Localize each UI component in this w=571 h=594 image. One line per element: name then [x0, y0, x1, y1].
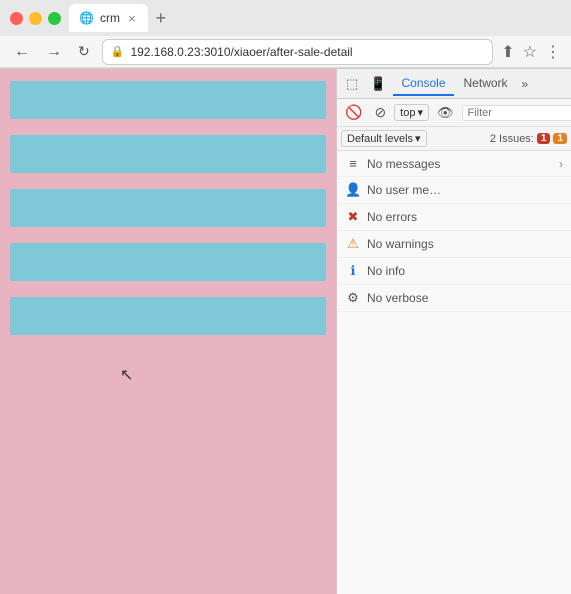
issues-label: 2 Issues:	[490, 133, 534, 145]
device-toolbar-button[interactable]: 📱	[365, 73, 391, 95]
blue-block-1	[10, 81, 326, 119]
page-section-2	[0, 129, 336, 183]
no-info-text: No info	[367, 264, 563, 278]
inspect-element-button[interactable]: ⬚	[341, 73, 363, 95]
console-tab[interactable]: Console	[393, 72, 453, 96]
blue-block-2	[10, 135, 326, 173]
list-item[interactable]: 👤 No user me…	[337, 177, 571, 204]
cursor: ↖	[120, 365, 336, 385]
page-section-3	[0, 183, 336, 237]
share-button[interactable]: ⬆	[501, 42, 514, 62]
verbose-icon: ⚙	[345, 290, 361, 306]
url-text: 192.168.0.23:3010/xiaoer/after-sale-deta…	[130, 45, 484, 59]
no-errors-text: No errors	[367, 210, 563, 224]
log-levels-dropdown[interactable]: Default levels ▾	[341, 130, 427, 147]
warn-badge: 1	[553, 133, 567, 144]
blue-block-4	[10, 243, 326, 281]
log-levels-chevron: ▾	[415, 132, 421, 145]
clear-console-button[interactable]: 🚫	[341, 102, 366, 123]
no-messages-text: No messages	[367, 157, 553, 171]
back-button[interactable]: ←	[10, 41, 34, 63]
warning-icon: ⚠	[345, 236, 361, 252]
bookmark-button[interactable]: ☆	[523, 42, 537, 62]
lock-icon: 🔒	[111, 45, 125, 58]
devtools-toolbar: 🚫 ⊘ top ▾ 👁	[337, 99, 571, 127]
list-item[interactable]: ≡ No messages ›	[337, 151, 571, 177]
devtools-messages: ≡ No messages › 👤 No user me… ✖ No error…	[337, 151, 571, 594]
tab-title: crm	[100, 11, 120, 25]
block-network-button[interactable]: ⊘	[370, 102, 390, 123]
reload-button[interactable]: ↻	[74, 41, 94, 62]
messages-icon: ≡	[345, 156, 361, 171]
tab-close-button[interactable]: ×	[126, 11, 138, 26]
context-dropdown[interactable]: top ▾	[394, 104, 429, 121]
no-user-messages-text: No user me…	[367, 183, 563, 197]
maximize-button[interactable]	[48, 12, 61, 25]
nav-bar: ← → ↻ 🔒 192.168.0.23:3010/xiaoer/after-s…	[0, 36, 571, 68]
filter-input[interactable]	[462, 105, 571, 121]
list-item[interactable]: ℹ No info	[337, 258, 571, 285]
close-button[interactable]	[10, 12, 23, 25]
error-icon: ✖	[345, 209, 361, 225]
devtools-levels-bar: Default levels ▾ 2 Issues: 1 1	[337, 127, 571, 151]
page-section-4	[0, 237, 336, 291]
log-levels-label: Default levels	[347, 133, 413, 145]
window-controls	[10, 12, 61, 25]
list-item[interactable]: ⚠ No warnings	[337, 231, 571, 258]
extensions-button[interactable]: ⋮	[545, 42, 561, 62]
title-bar: 🌐 crm × +	[0, 0, 571, 36]
page-section-1	[0, 69, 336, 129]
devtools-panel: ⬚ 📱 Console Network » 🚫 ⊘ top ▾ 👁 Defaul…	[336, 69, 571, 594]
context-dropdown-chevron: ▾	[417, 106, 423, 119]
address-bar[interactable]: 🔒 192.168.0.23:3010/xiaoer/after-sale-de…	[102, 39, 494, 65]
issues-badge: 2 Issues: 1 1	[490, 133, 567, 145]
toggle-eye-button[interactable]: 👁	[433, 103, 458, 123]
no-verbose-text: No verbose	[367, 291, 563, 305]
page-section-5	[0, 291, 336, 345]
blue-block-3	[10, 189, 326, 227]
list-item[interactable]: ⚙ No verbose	[337, 285, 571, 312]
more-tabs-button[interactable]: »	[518, 73, 533, 95]
context-dropdown-label: top	[400, 107, 415, 119]
blue-block-5	[10, 297, 326, 335]
new-tab-button[interactable]: +	[156, 8, 167, 29]
expand-messages-button[interactable]: ›	[559, 157, 563, 171]
tab-favicon: 🌐	[79, 11, 94, 25]
no-warnings-text: No warnings	[367, 237, 563, 251]
minimize-button[interactable]	[29, 12, 42, 25]
info-icon: ℹ	[345, 263, 361, 279]
page-content: ↖	[0, 69, 336, 594]
user-icon: 👤	[345, 182, 361, 198]
forward-button[interactable]: →	[42, 41, 66, 63]
list-item[interactable]: ✖ No errors	[337, 204, 571, 231]
network-tab[interactable]: Network	[456, 72, 516, 96]
error-badge: 1	[537, 133, 551, 144]
